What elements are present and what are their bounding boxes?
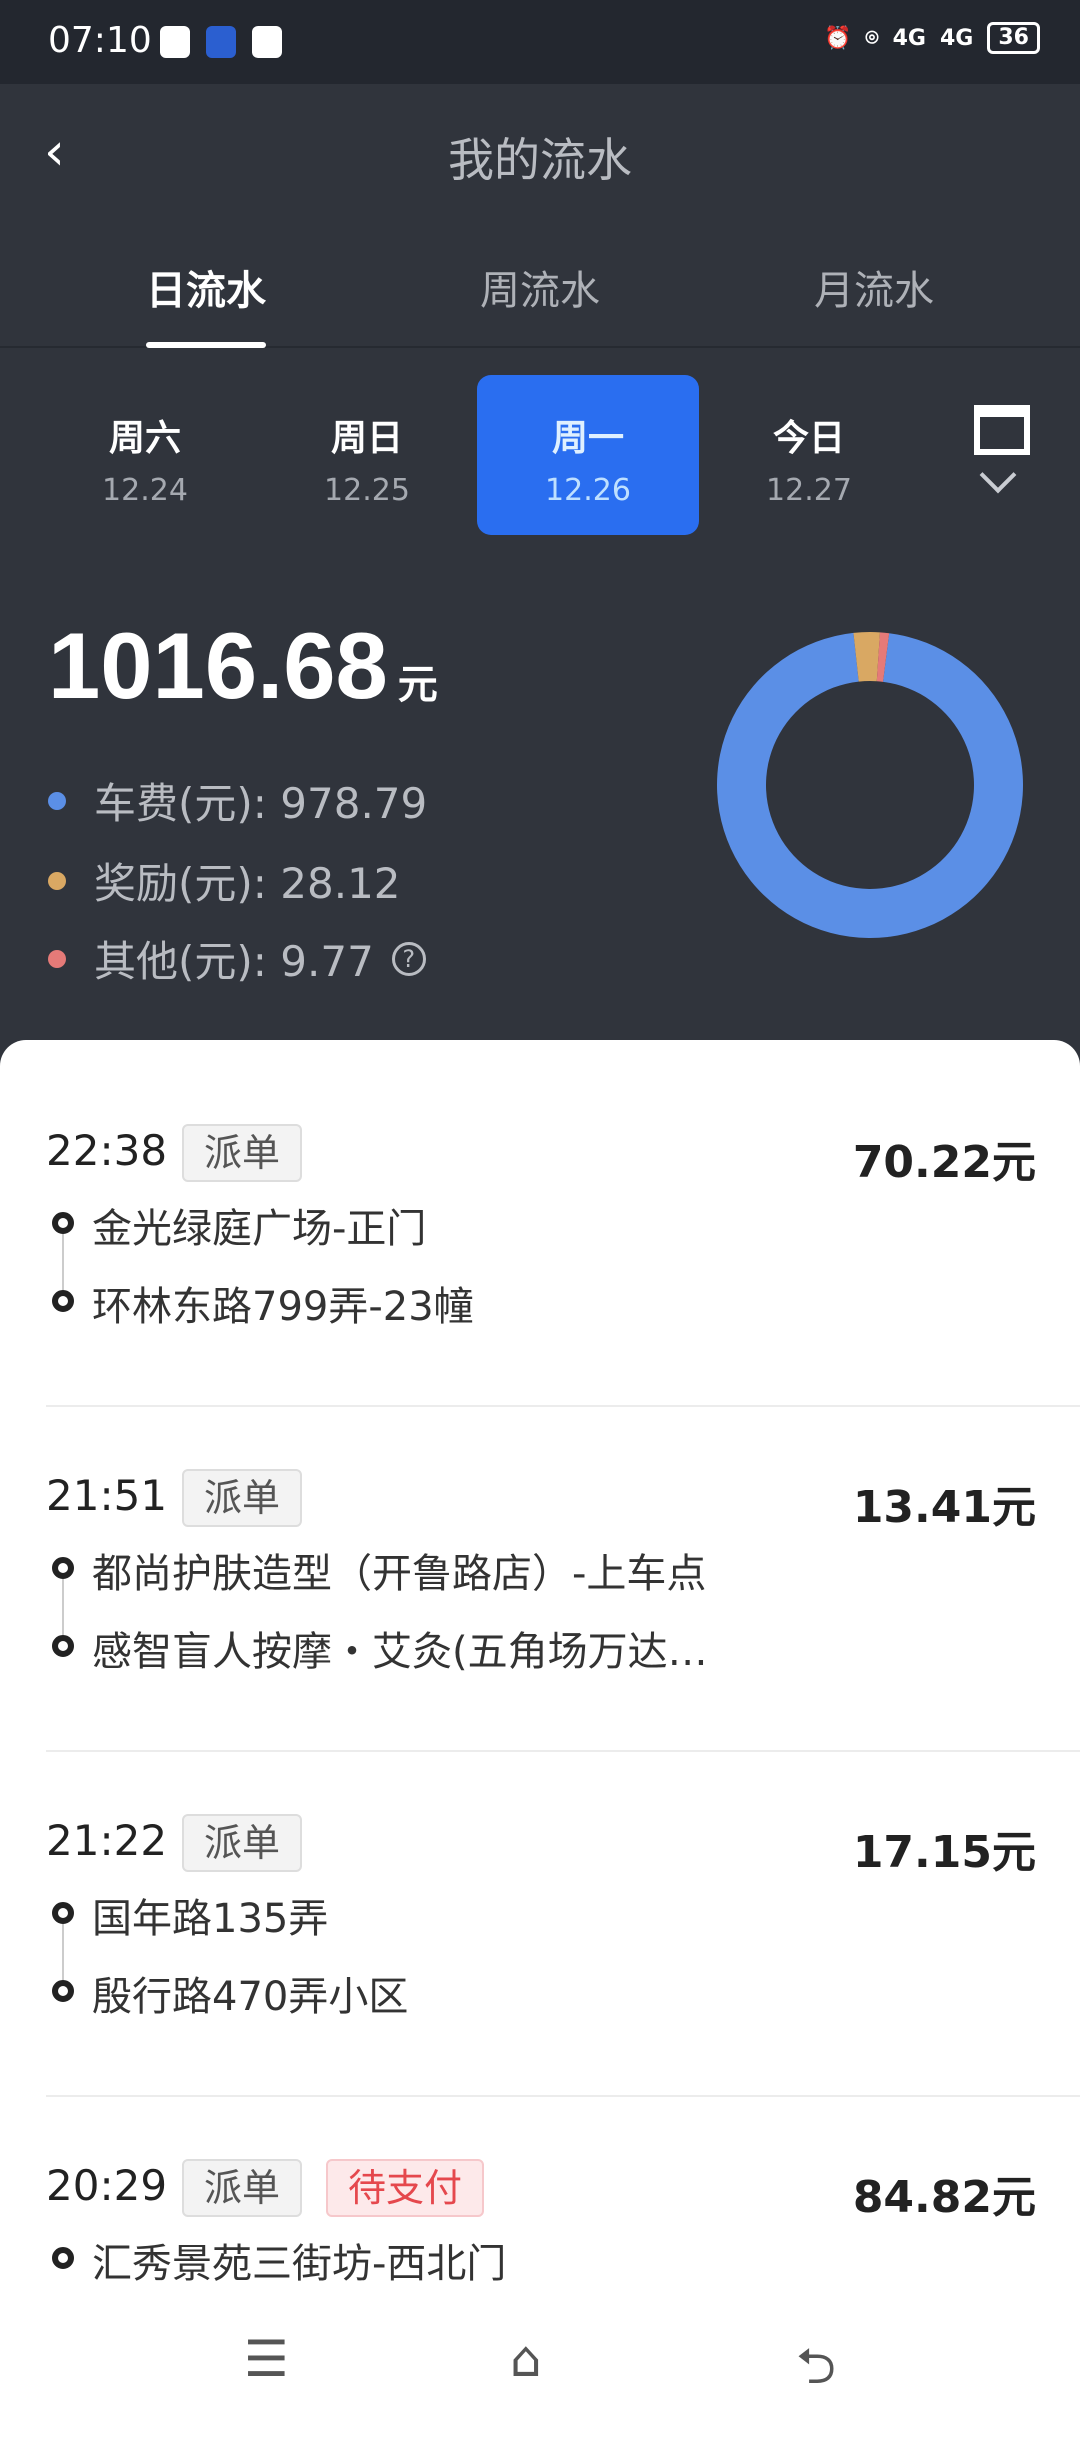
pickup-pin-icon	[52, 2247, 74, 2269]
tab-weekly[interactable]: 周流水	[420, 258, 660, 316]
route-line	[62, 1579, 64, 1635]
location-icon: ⌾	[865, 25, 879, 51]
menu-icon[interactable]: ☰	[244, 2330, 289, 2388]
order-badge: 待支付	[326, 2159, 485, 2217]
pickup-address: 国年路135弄	[92, 1896, 329, 1942]
dropoff-address: 感智盲人按摩・艾灸(五角场万达…	[92, 1629, 708, 1675]
day-tab-selected[interactable]: 周一 12.26	[477, 375, 699, 535]
pickup-address: 汇秀景苑三街坊-西北门	[92, 2241, 507, 2287]
message-icon	[252, 26, 282, 58]
dropoff-pin-icon	[52, 1980, 74, 2002]
order-badge: 派单	[182, 1124, 303, 1182]
legend-other: 其他(元): 9.77?	[48, 928, 426, 989]
home-icon[interactable]: ⌂	[510, 2330, 542, 2388]
legend-dot	[48, 791, 66, 810]
dropoff-pin-icon	[52, 1635, 74, 1657]
dropoff-address: 殷行路470弄小区	[92, 1974, 409, 2020]
legend-dot	[48, 949, 66, 968]
order-item[interactable]: 22:38 派单 70.22元金光绿庭广场-正门环林东路799弄-23幢	[0, 1062, 1080, 1407]
order-time: 22:38	[46, 1126, 168, 1175]
clock: 07:10	[48, 20, 152, 61]
pickup-pin-icon	[52, 1557, 74, 1579]
dropoff-pin-icon	[52, 1290, 74, 1312]
order-item[interactable]: 21:51 派单 13.41元都尚护肤造型（开鲁路店）-上车点 感智盲人按摩・艾灸(五…	[0, 1407, 1080, 1752]
pickup-address: 都尚护肤造型（开鲁路店）-上车点	[92, 1551, 707, 1597]
order-amount: 13.41元	[852, 1482, 1036, 1533]
signal-icon: 4G	[940, 25, 974, 51]
calendar-icon[interactable]	[974, 405, 1030, 455]
signal-icon: 4G	[892, 25, 926, 51]
pickup-pin-icon	[52, 1212, 74, 1234]
day-tab[interactable]: 今日 12.27	[698, 375, 920, 535]
order-amount: 17.15元	[852, 1827, 1036, 1878]
tab-daily[interactable]: 日流水	[86, 258, 326, 348]
legend-dot	[48, 871, 66, 890]
order-amount: 70.22元	[852, 1137, 1036, 1188]
system-nav-bar: ☰ ⌂ ⮌	[0, 2290, 1080, 2408]
order-amount: 84.82元	[852, 2172, 1036, 2223]
route-line	[62, 1924, 64, 1980]
back-nav-icon[interactable]: ⮌	[796, 2330, 836, 2415]
status-bar: 07:10 ⏰ ⌾ 4G 4G 36	[0, 0, 1080, 84]
order-badge: 派单	[182, 1814, 303, 1872]
alarm-icon: ⏰	[824, 25, 852, 51]
battery-icon: 36	[987, 22, 1040, 54]
help-icon[interactable]: ?	[391, 941, 426, 976]
day-tab[interactable]: 周日 12.25	[256, 375, 478, 535]
page-title: 我的流水	[448, 133, 632, 187]
tab-underline	[146, 342, 266, 348]
order-time: 20:29	[46, 2161, 168, 2210]
day-tab[interactable]: 周六 12.24	[34, 375, 256, 535]
order-time: 21:22	[46, 1816, 168, 1865]
car-app-icon	[160, 26, 190, 58]
order-item[interactable]: 21:22 派单 17.15元国年路135弄殷行路470弄小区	[0, 1752, 1080, 2097]
pickup-address: 金光绿庭广场-正门	[92, 1206, 427, 1252]
earnings-donut-chart	[717, 632, 1023, 938]
total-earnings: 1016.68 元	[48, 613, 438, 718]
legend-bonus: 奖励(元): 28.12	[48, 850, 401, 911]
dropoff-address: 环林东路799弄-23幢	[92, 1284, 474, 1330]
order-badge: 派单	[182, 1469, 303, 1527]
order-time: 21:51	[46, 1471, 168, 1520]
period-tabs: 日流水 周流水 月流水	[0, 258, 1080, 348]
legend-fare: 车费(元): 978.79	[48, 770, 427, 831]
tab-monthly[interactable]: 月流水	[754, 258, 994, 316]
pickup-pin-icon	[52, 1902, 74, 1924]
order-badge: 派单	[182, 2159, 303, 2217]
app-notification-icon	[206, 26, 236, 58]
route-line	[62, 1234, 64, 1290]
